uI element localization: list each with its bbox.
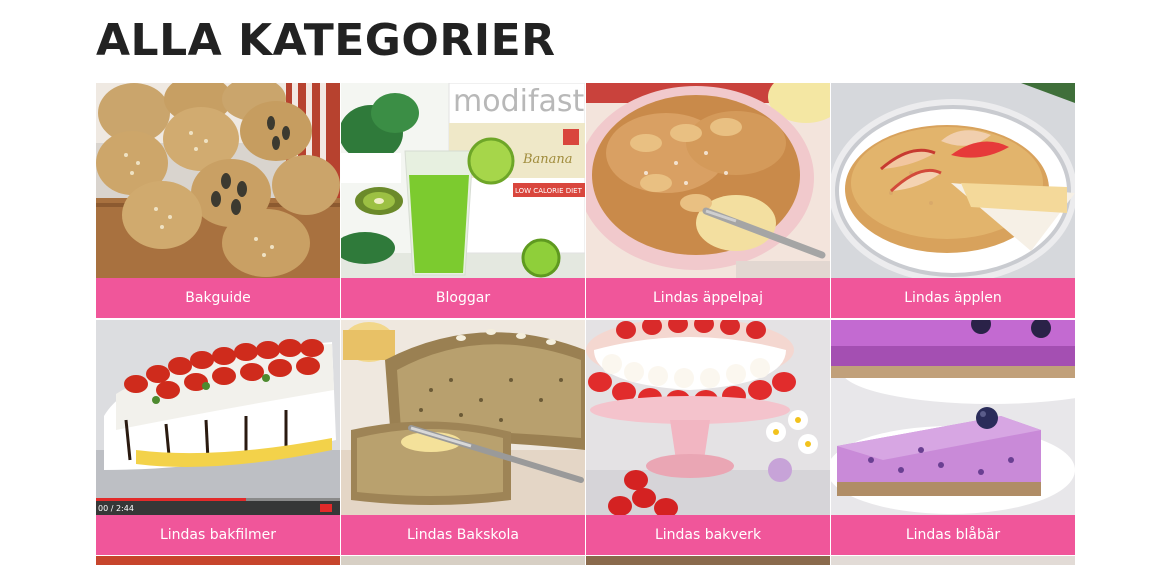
apple-cake-image[interactable] xyxy=(831,83,1075,278)
apple-pie-image[interactable] xyxy=(586,83,830,278)
category-tile-lindas-blabar[interactable]: Lindas blåbär xyxy=(831,320,1075,555)
category-label[interactable]: Lindas äppelpaj xyxy=(586,278,830,318)
category-label[interactable]: Lindas Bakskola xyxy=(341,515,585,555)
category-grid: Bakguide modifast Banana LOW CALORIE DIE… xyxy=(96,83,1075,555)
category-tile-partial[interactable] xyxy=(831,556,1075,565)
category-label[interactable]: Bakguide xyxy=(96,278,340,318)
seed-bread-image[interactable] xyxy=(341,320,585,515)
video-timestamp: 00 / 2:44 xyxy=(98,504,134,513)
category-tile-partial[interactable] xyxy=(341,556,585,565)
category-label[interactable]: Lindas bakverk xyxy=(586,515,830,555)
category-tile-lindas-bakskola[interactable]: Lindas Bakskola xyxy=(341,320,585,555)
green-smoothie-image[interactable]: modifast Banana LOW CALORIE DIET xyxy=(341,83,585,278)
category-tile-lindas-appelpaj[interactable]: Lindas äppelpaj xyxy=(586,83,830,318)
category-tile-bakguide[interactable]: Bakguide xyxy=(96,83,340,318)
category-tile-partial[interactable] xyxy=(586,556,830,565)
category-label[interactable]: Bloggar xyxy=(341,278,585,318)
blueberry-cheesecake-image[interactable] xyxy=(831,320,1075,515)
category-tile-lindas-bakverk[interactable]: Lindas bakverk xyxy=(586,320,830,555)
product-text: Banana xyxy=(522,152,573,167)
page-title: ALLA KATEGORIER xyxy=(96,15,556,66)
category-tile-partial[interactable] xyxy=(96,556,340,565)
strawberry-cake-stand-image[interactable] xyxy=(586,320,830,515)
strawberry-meringue-video-image[interactable]: 00 / 2:44 xyxy=(96,320,340,515)
category-tile-lindas-bakfilmer[interactable]: 00 / 2:44 Lindas bakfilmer xyxy=(96,320,340,555)
brand-text: modifast xyxy=(453,84,585,119)
badge-text: LOW CALORIE DIET xyxy=(515,187,583,195)
category-tile-bloggar[interactable]: modifast Banana LOW CALORIE DIET Bloggar xyxy=(341,83,585,318)
category-label[interactable]: Lindas äpplen xyxy=(831,278,1075,318)
category-grid-next-row xyxy=(96,556,1075,565)
category-tile-lindas-applen[interactable]: Lindas äpplen xyxy=(831,83,1075,318)
category-page: ALLA KATEGORIER Bakguide modifast Banana… xyxy=(0,0,1166,565)
category-label[interactable]: Lindas blåbär xyxy=(831,515,1075,555)
bread-rolls-image[interactable] xyxy=(96,83,340,278)
category-label[interactable]: Lindas bakfilmer xyxy=(96,515,340,555)
